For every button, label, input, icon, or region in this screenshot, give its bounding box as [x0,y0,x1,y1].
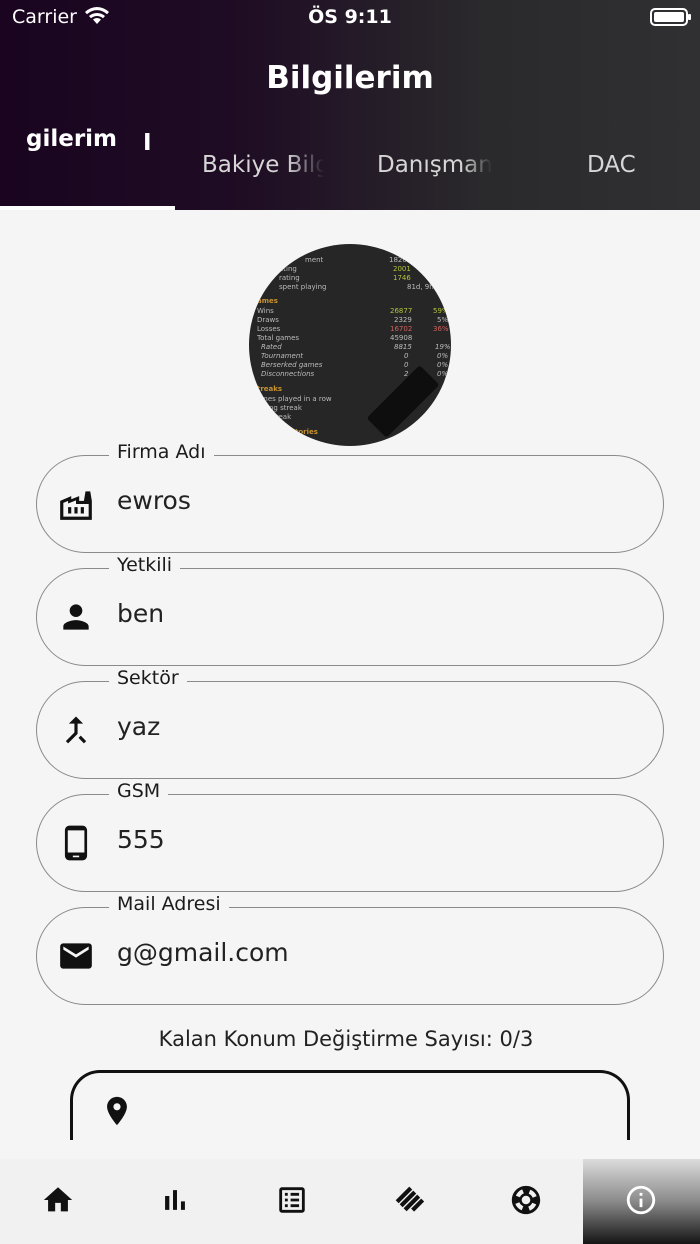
mail-address-field[interactable]: Mail Adresi g@gmail.com [36,893,664,1005]
tab-danisman[interactable]: Danışman [377,152,492,178]
nav-info[interactable] [583,1159,700,1244]
edit-pencil-icon [366,365,440,438]
tab-indicator [0,206,175,210]
lifebuoy-icon [511,1185,541,1215]
tab-dac[interactable]: DAC [587,152,636,178]
status-bar: Carrier ÖS 9:11 [0,0,700,36]
tab-label: gilerim [26,126,118,152]
battery-icon [650,8,691,26]
nav-list[interactable] [234,1159,351,1244]
company-name-value: ewros [117,486,191,515]
list-icon [279,1187,305,1213]
home-icon [43,1187,73,1212]
status-time: ÖS 9:11 [308,6,392,28]
field-label: Sektör [109,667,187,689]
tab-bilgilerim[interactable]: gilerim I [0,126,175,210]
gsm-value: 555 [117,825,165,854]
sector-field[interactable]: Sektör yaz [36,667,664,779]
field-label: Firma Adı [109,441,214,463]
nav-partners[interactable] [351,1159,468,1244]
phone-icon [57,824,95,862]
tab-divider: I [143,130,152,156]
tab-bakiye-bilgi[interactable]: Bakiye Bilgi [202,152,324,178]
app-header: Carrier ÖS 9:11 Bilgilerim gilerim I Bak… [0,0,700,210]
sector-value: yaz [117,712,161,741]
info-icon [626,1185,656,1215]
field-label: GSM [109,780,169,802]
bottom-navigation [0,1159,700,1244]
nav-support[interactable] [468,1159,585,1244]
nav-home[interactable] [0,1159,117,1244]
mail-address-value: g@gmail.com [117,938,289,967]
factory-icon [57,485,95,523]
gsm-field[interactable]: GSM 555 [36,780,664,892]
field-label: Yetkili [109,554,181,576]
merge-icon [57,711,95,749]
company-name-field[interactable]: Firma Adı ewros [36,441,664,553]
bar-chart-icon [165,1190,185,1210]
nav-statistics[interactable] [117,1159,234,1244]
field-label: Mail Adresi [109,893,229,915]
page-title: Bilgilerim [266,60,434,96]
mail-icon [57,937,95,975]
remaining-location-changes: Kalan Konum Değiştirme Sayısı: 0/3 [158,1027,534,1051]
profile-avatar[interactable]: ment ating rating spent playing 1826 200… [249,244,451,446]
handshake-icon [395,1186,425,1212]
tab-bar: gilerim I Bakiye Bilgi Danışman DAC [0,118,700,210]
location-selector[interactable] [70,1070,630,1140]
person-icon [57,598,95,636]
location-pin-icon [100,1092,134,1130]
authorized-person-value: ben [117,599,165,628]
authorized-person-field[interactable]: Yetkili ben [36,554,664,666]
